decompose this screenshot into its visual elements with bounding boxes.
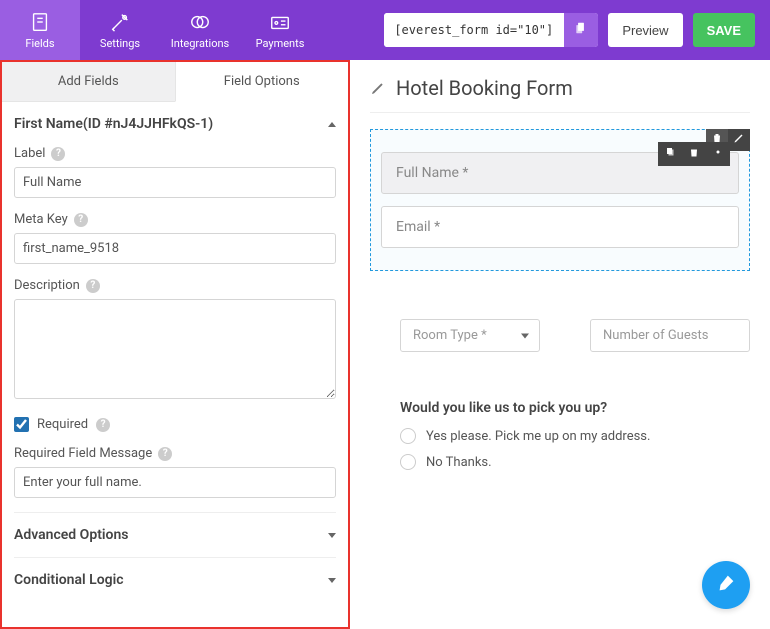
field-delete-button[interactable] bbox=[682, 142, 706, 166]
topbar-nav: Fields Settings Integrations Payments bbox=[0, 0, 320, 60]
panel-tabs: Add Fields Field Options bbox=[2, 62, 348, 102]
nav-fields[interactable]: Fields bbox=[0, 0, 80, 60]
brush-icon bbox=[715, 572, 737, 598]
fields-icon bbox=[29, 11, 51, 33]
group-label: Label ? bbox=[14, 146, 336, 198]
group-required: Required ? bbox=[14, 417, 336, 432]
description-textarea[interactable] bbox=[14, 299, 336, 399]
preview-button[interactable]: Preview bbox=[608, 13, 682, 47]
field-settings-button[interactable] bbox=[706, 142, 730, 166]
tab-add-fields[interactable]: Add Fields bbox=[2, 62, 175, 102]
radio-icon bbox=[400, 428, 416, 444]
clipboard-icon bbox=[574, 21, 588, 39]
section-header[interactable]: First Name(ID #nJ4JJHFkQS-1) bbox=[14, 102, 336, 146]
help-icon[interactable]: ? bbox=[96, 418, 110, 432]
required-msg-input[interactable] bbox=[14, 467, 336, 498]
nav-label: Settings bbox=[100, 37, 140, 50]
copy-icon bbox=[664, 146, 676, 162]
fab-button[interactable] bbox=[702, 561, 750, 609]
nav-settings[interactable]: Settings bbox=[80, 0, 160, 60]
collapse-conditional[interactable]: Conditional Logic bbox=[14, 557, 336, 602]
label-text: Required Field Message bbox=[14, 446, 152, 461]
nav-label: Integrations bbox=[171, 37, 229, 50]
help-icon[interactable]: ? bbox=[74, 213, 88, 227]
help-icon[interactable]: ? bbox=[51, 147, 65, 161]
radio-yes[interactable]: Yes please. Pick me up on my address. bbox=[400, 428, 750, 444]
guests-input[interactable]: Number of Guests bbox=[590, 319, 750, 352]
chevron-down-icon bbox=[521, 333, 529, 338]
pickup-question: Would you like us to pick you up? bbox=[400, 400, 750, 416]
description-label: Description ? bbox=[14, 278, 336, 293]
chevron-down-icon bbox=[328, 578, 336, 583]
group-metakey: Meta Key ? bbox=[14, 212, 336, 264]
gear-icon bbox=[712, 146, 724, 162]
required-checkbox[interactable] bbox=[14, 417, 29, 432]
form-title-row: Hotel Booking Form bbox=[370, 76, 750, 113]
metakey-input[interactable] bbox=[14, 233, 336, 264]
group-description: Description ? bbox=[14, 278, 336, 403]
row-inputs: Room Type * Number of Guests bbox=[370, 319, 750, 352]
radio-label: Yes please. Pick me up on my address. bbox=[426, 429, 650, 444]
save-button[interactable]: SAVE bbox=[693, 13, 755, 47]
tab-field-options[interactable]: Field Options bbox=[175, 62, 349, 102]
radio-icon bbox=[400, 454, 416, 470]
chevron-down-icon bbox=[328, 533, 336, 538]
pencil-icon bbox=[733, 132, 745, 148]
field-duplicate-button[interactable] bbox=[658, 142, 682, 166]
required-label: Required bbox=[37, 417, 88, 432]
shortcode-box bbox=[384, 13, 598, 47]
label-text: Meta Key bbox=[14, 212, 68, 227]
settings-icon bbox=[109, 11, 131, 33]
room-type-select[interactable]: Room Type * bbox=[400, 319, 540, 352]
left-panel: Add Fields Field Options First Name(ID #… bbox=[0, 60, 350, 629]
collapse-label: Conditional Logic bbox=[14, 572, 124, 588]
topbar: Fields Settings Integrations Payments bbox=[0, 0, 770, 60]
field-tools bbox=[658, 142, 730, 166]
section-title: First Name(ID #nJ4JJHFkQS-1) bbox=[14, 116, 213, 132]
label-text: Label bbox=[14, 146, 45, 161]
trash-icon bbox=[688, 146, 700, 162]
chevron-up-icon bbox=[328, 122, 336, 127]
collapse-advanced[interactable]: Advanced Options bbox=[14, 512, 336, 557]
payments-icon bbox=[269, 11, 291, 33]
group-required-msg: Required Field Message ? bbox=[14, 446, 336, 498]
label-input[interactable] bbox=[14, 167, 336, 198]
help-icon[interactable]: ? bbox=[158, 447, 172, 461]
field-placeholder: Email * bbox=[382, 207, 738, 247]
radio-no[interactable]: No Thanks. bbox=[400, 454, 750, 470]
nav-label: Fields bbox=[25, 37, 54, 50]
pickup-group: Would you like us to pick you up? Yes pl… bbox=[370, 400, 750, 470]
label-label: Label ? bbox=[14, 146, 336, 161]
label-text: Description bbox=[14, 278, 80, 293]
topbar-right: Preview SAVE bbox=[369, 0, 770, 60]
radio-label: No Thanks. bbox=[426, 455, 492, 470]
form-canvas[interactable]: Full Name * Email * bbox=[370, 129, 750, 271]
collapse-label: Advanced Options bbox=[14, 527, 128, 543]
edit-title-button[interactable] bbox=[370, 80, 386, 96]
field-fullname[interactable]: Full Name * bbox=[381, 152, 739, 194]
right-panel: Hotel Booking Form Full Name * bbox=[350, 60, 770, 629]
canvas-edit-button[interactable] bbox=[728, 129, 750, 151]
integrations-icon bbox=[189, 11, 211, 33]
panel-body: First Name(ID #nJ4JJHFkQS-1) Label ? Met… bbox=[2, 102, 348, 627]
main: Add Fields Field Options First Name(ID #… bbox=[0, 60, 770, 629]
help-icon[interactable]: ? bbox=[86, 279, 100, 293]
shortcode-input[interactable] bbox=[384, 13, 564, 47]
nav-integrations[interactable]: Integrations bbox=[160, 0, 240, 60]
form-title: Hotel Booking Form bbox=[396, 76, 573, 100]
metakey-label: Meta Key ? bbox=[14, 212, 336, 227]
nav-payments[interactable]: Payments bbox=[240, 0, 320, 60]
input-placeholder: Number of Guests bbox=[603, 328, 708, 343]
field-email[interactable]: Email * bbox=[381, 206, 739, 248]
nav-label: Payments bbox=[256, 37, 305, 50]
required-msg-label: Required Field Message ? bbox=[14, 446, 336, 461]
select-label: Room Type * bbox=[413, 328, 487, 343]
copy-shortcode-button[interactable] bbox=[564, 13, 598, 47]
